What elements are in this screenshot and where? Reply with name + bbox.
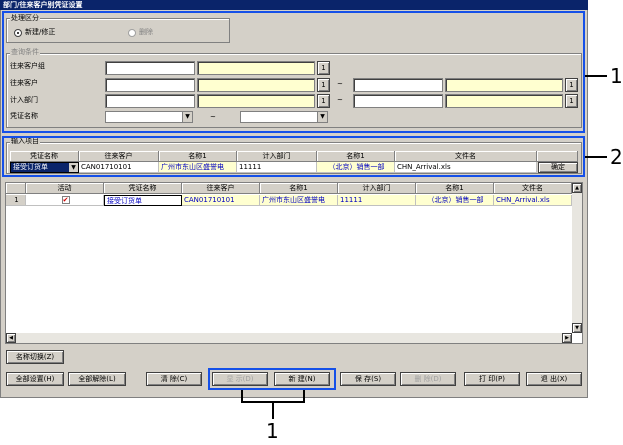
grid-header-row-number bbox=[6, 183, 26, 194]
scroll-left-icon[interactable]: ◀ bbox=[6, 333, 16, 343]
grid-voucher-cell[interactable]: 接受订货单 bbox=[104, 195, 182, 206]
horizontal-scrollbar[interactable]: ◀ ▶ bbox=[6, 333, 572, 343]
window-title: 部门/往来客户别凭证设置 bbox=[0, 0, 588, 10]
scroll-right-icon[interactable]: ▶ bbox=[562, 333, 572, 343]
voucher-grid bbox=[5, 182, 583, 344]
save-button[interactable]: 保 存(S) bbox=[340, 372, 396, 386]
grid-department-cell[interactable]: 11111 bbox=[338, 195, 416, 206]
callout-box-input bbox=[2, 136, 585, 177]
grid-department-name-cell: （北京）销售一部 bbox=[416, 195, 494, 206]
checkmark-icon: ✔ bbox=[61, 196, 70, 204]
grid-active-checkbox[interactable]: ✔ bbox=[26, 195, 104, 206]
grid-header-voucher: 凭证名称 bbox=[104, 183, 182, 194]
exit-button[interactable]: 退 出(X) bbox=[526, 372, 582, 386]
callout-label-2: 2 bbox=[610, 145, 623, 169]
grid-customer-name-cell: 广州市东山区盛誉电 bbox=[260, 195, 338, 206]
grid-header-active: 活动 bbox=[26, 183, 104, 194]
print-button[interactable]: 打 印(P) bbox=[464, 372, 520, 386]
callout-label-1: 1 bbox=[610, 64, 623, 88]
callout-line-3d bbox=[272, 401, 274, 419]
callout-line-1 bbox=[585, 75, 607, 77]
callout-box-buttons bbox=[208, 368, 336, 390]
callout-line-2 bbox=[585, 156, 607, 158]
scroll-up-icon[interactable]: ▲ bbox=[572, 183, 582, 193]
grid-filename-cell[interactable]: CHN_Arrival.xls bbox=[494, 195, 572, 206]
callout-label-1b: 1 bbox=[266, 419, 279, 443]
name-switch-button[interactable]: 名称切换(Z) bbox=[6, 350, 64, 364]
grid-customer-cell[interactable]: CAN01710101 bbox=[182, 195, 260, 206]
vertical-scrollbar[interactable]: ▲ ▼ bbox=[572, 183, 582, 333]
grid-header-customer: 往来客户 bbox=[182, 183, 260, 194]
clear-button[interactable]: 清 除(C) bbox=[146, 372, 202, 386]
grid-header-name1: 名称1 bbox=[260, 183, 338, 194]
grid-row-number: 1 bbox=[6, 195, 26, 206]
grid-header-department: 计入部门 bbox=[338, 183, 416, 194]
grid-header-filename: 文件名 bbox=[494, 183, 572, 194]
scroll-down-icon[interactable]: ▼ bbox=[572, 323, 582, 333]
set-all-button[interactable]: 全部设置(H) bbox=[6, 372, 64, 386]
callout-box-query bbox=[2, 11, 585, 133]
delete-button[interactable]: 删 除(D) bbox=[400, 372, 456, 386]
grid-header-name1b: 名称1 bbox=[416, 183, 494, 194]
clear-all-button[interactable]: 全部解除(L) bbox=[68, 372, 126, 386]
